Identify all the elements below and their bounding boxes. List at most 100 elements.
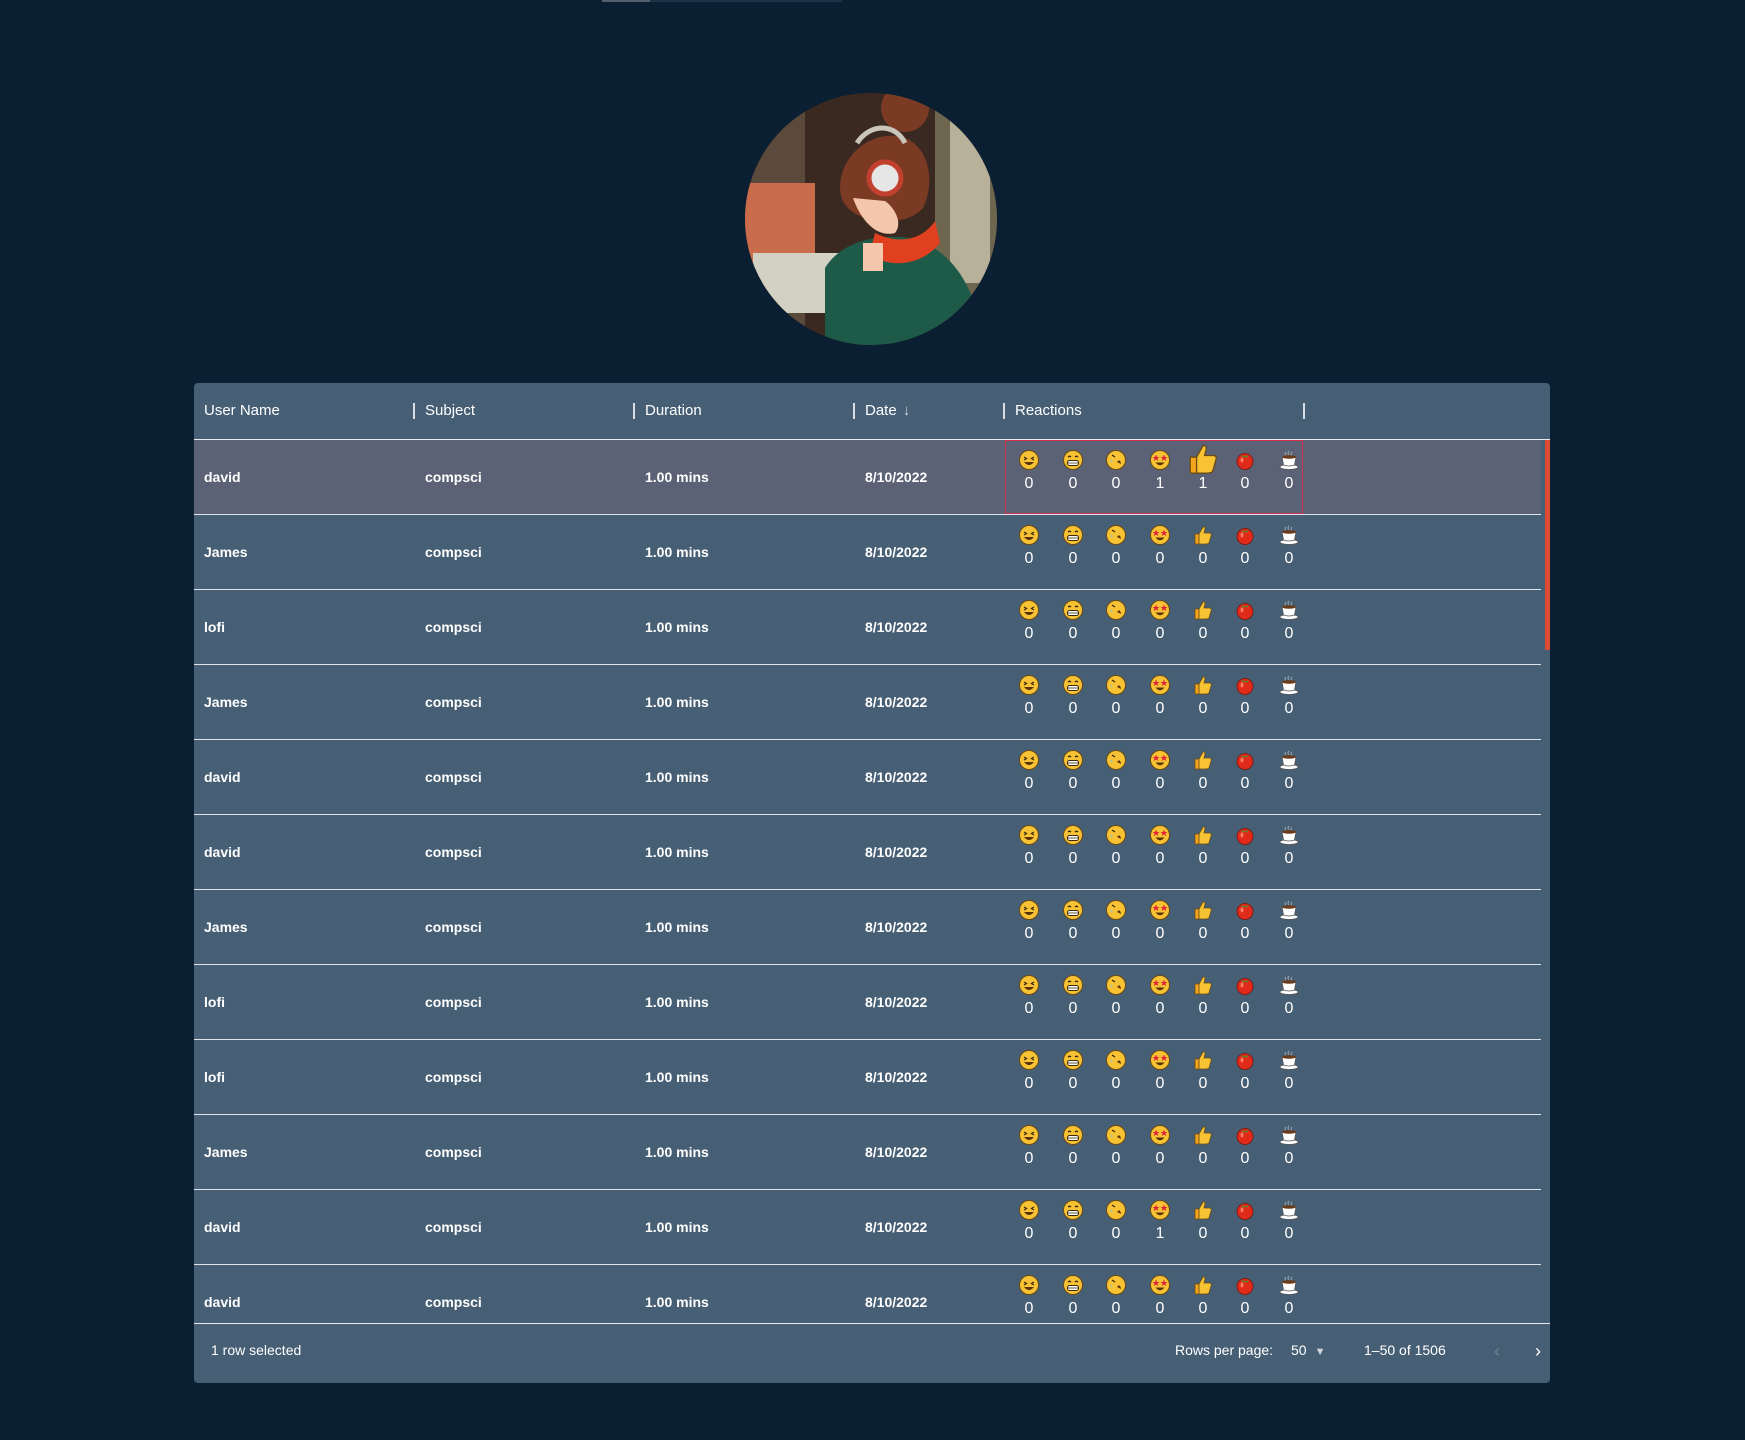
reaction-button[interactable]: 0 [1055,974,1091,1032]
reaction-button[interactable]: 0 [1271,974,1307,1032]
reaction-button[interactable]: 0 [1227,1124,1263,1182]
reaction-button[interactable]: 1 [1142,449,1178,507]
reaction-button[interactable]: 0 [1098,974,1134,1032]
reaction-button[interactable]: 0 [1011,1049,1047,1107]
reaction-button[interactable]: 0 [1227,749,1263,807]
reaction-button[interactable]: 0 [1098,1199,1134,1257]
reaction-button[interactable]: 0 [1142,1124,1178,1182]
reaction-button[interactable]: 0 [1098,1049,1134,1107]
reaction-button[interactable]: 0 [1142,824,1178,882]
reaction-button[interactable]: 0 [1227,674,1263,732]
reaction-button[interactable]: 0 [1011,824,1047,882]
column-header-date[interactable]: Date ↓ [865,383,910,439]
reaction-button[interactable]: 0 [1055,749,1091,807]
table-row[interactable]: david compsci 1.00 mins 8/10/2022 0 0 0 1 0 0 0 [194,1190,1541,1265]
reaction-button[interactable]: 0 [1227,1199,1263,1257]
table-row[interactable]: david compsci 1.00 mins 8/10/2022 0 0 0 0 0 0 0 [194,740,1541,815]
reaction-button[interactable]: 0 [1185,1199,1221,1257]
reaction-button[interactable]: 0 [1055,599,1091,657]
reaction-button[interactable]: 0 [1055,1049,1091,1107]
reaction-button[interactable]: 0 [1185,674,1221,732]
reaction-button[interactable]: 0 [1142,599,1178,657]
table-row[interactable]: lofi compsci 1.00 mins 8/10/2022 0 0 0 0 0 0 0 [194,1040,1541,1115]
reaction-button[interactable]: 0 [1185,899,1221,957]
column-header-subject[interactable]: Subject [425,383,475,439]
reaction-button[interactable]: 0 [1011,674,1047,732]
reaction-button[interactable]: 0 [1142,974,1178,1032]
reaction-button[interactable]: 0 [1098,524,1134,582]
column-header-duration[interactable]: Duration [645,383,702,439]
sort-descending-icon[interactable]: ↓ [903,383,911,439]
rows-per-page-select[interactable]: 50 ▼ [1291,1324,1325,1376]
reaction-button[interactable]: 0 [1185,1049,1221,1107]
reaction-button[interactable]: 0 [1227,524,1263,582]
reaction-button[interactable]: 0 [1227,974,1263,1032]
reaction-button[interactable]: 0 [1011,1274,1047,1323]
reaction-button[interactable]: 0 [1142,749,1178,807]
reaction-button[interactable]: 0 [1098,824,1134,882]
reaction-button[interactable]: 0 [1271,824,1307,882]
reaction-button[interactable]: 0 [1011,899,1047,957]
reaction-button[interactable]: 0 [1098,899,1134,957]
reaction-button[interactable]: 0 [1142,899,1178,957]
reaction-button[interactable]: 0 [1011,1124,1047,1182]
reaction-button[interactable]: 0 [1055,449,1091,507]
reaction-button[interactable]: 0 [1011,974,1047,1032]
reaction-button[interactable]: 0 [1011,599,1047,657]
table-row[interactable]: lofi compsci 1.00 mins 8/10/2022 0 0 0 0 0 0 0 [194,590,1541,665]
reaction-button[interactable]: 0 [1011,449,1047,507]
reaction-button[interactable]: 0 [1142,524,1178,582]
reaction-button[interactable]: 0 [1055,824,1091,882]
reaction-button[interactable]: 0 [1011,1199,1047,1257]
reaction-button[interactable]: 0 [1271,1274,1307,1323]
reaction-button[interactable]: 0 [1055,1124,1091,1182]
reaction-button[interactable]: 0 [1098,749,1134,807]
reaction-button[interactable]: 0 [1271,749,1307,807]
column-separator[interactable] [413,403,415,419]
table-row[interactable]: david compsci 1.00 mins 8/10/2022 0 0 0 0 0 0 0 [194,1265,1541,1323]
column-separator[interactable] [1003,403,1005,419]
reaction-button[interactable]: 0 [1227,899,1263,957]
reaction-button[interactable]: 0 [1271,1049,1307,1107]
reaction-button[interactable]: 0 [1142,674,1178,732]
reaction-button[interactable]: 0 [1055,524,1091,582]
reaction-button[interactable]: 0 [1271,449,1307,507]
table-row[interactable]: lofi compsci 1.00 mins 8/10/2022 0 0 0 0 0 0 0 [194,965,1541,1040]
column-separator[interactable] [1303,403,1305,419]
reaction-button[interactable]: 0 [1011,749,1047,807]
reaction-button[interactable]: 0 [1185,824,1221,882]
reaction-button[interactable]: 0 [1271,1124,1307,1182]
reaction-button[interactable]: 0 [1098,674,1134,732]
next-page-button[interactable]: › [1525,1338,1550,1364]
column-separator[interactable] [633,403,635,419]
reaction-button[interactable]: 0 [1142,1274,1178,1323]
reaction-button[interactable]: 0 [1271,899,1307,957]
reaction-button[interactable]: 0 [1271,599,1307,657]
reaction-button[interactable]: 0 [1098,1274,1134,1323]
reaction-button[interactable]: 0 [1185,599,1221,657]
table-row[interactable]: James compsci 1.00 mins 8/10/2022 0 0 0 0 0 0 0 [194,890,1541,965]
reaction-button[interactable]: 0 [1271,524,1307,582]
reaction-button[interactable]: 0 [1098,449,1134,507]
reaction-button[interactable]: 0 [1098,1124,1134,1182]
reaction-button[interactable]: 0 [1227,599,1263,657]
reaction-button[interactable]: 0 [1271,674,1307,732]
table-row[interactable]: James compsci 1.00 mins 8/10/2022 0 0 0 0 0 0 0 [194,665,1541,740]
reaction-button[interactable]: 0 [1185,974,1221,1032]
reaction-button[interactable]: 0 [1098,599,1134,657]
reaction-button[interactable]: 0 [1055,899,1091,957]
previous-page-button[interactable]: ‹ [1484,1338,1510,1364]
reaction-button[interactable]: 0 [1011,524,1047,582]
reaction-button[interactable]: 0 [1227,449,1263,507]
vertical-scrollbar-thumb[interactable] [1545,440,1550,650]
reaction-button[interactable]: 0 [1055,674,1091,732]
reaction-button[interactable]: 1 [1185,444,1221,507]
reaction-button[interactable]: 0 [1185,749,1221,807]
reaction-button[interactable]: 0 [1271,1199,1307,1257]
reaction-button[interactable]: 0 [1185,1124,1221,1182]
reaction-button[interactable]: 0 [1055,1274,1091,1323]
table-row[interactable]: James compsci 1.00 mins 8/10/2022 0 0 0 0 0 0 0 [194,1115,1541,1190]
reaction-button[interactable]: 0 [1227,1049,1263,1107]
table-row[interactable]: david compsci 1.00 mins 8/10/2022 0 0 0 0 0 0 0 [194,815,1541,890]
reaction-button[interactable]: 0 [1055,1199,1091,1257]
